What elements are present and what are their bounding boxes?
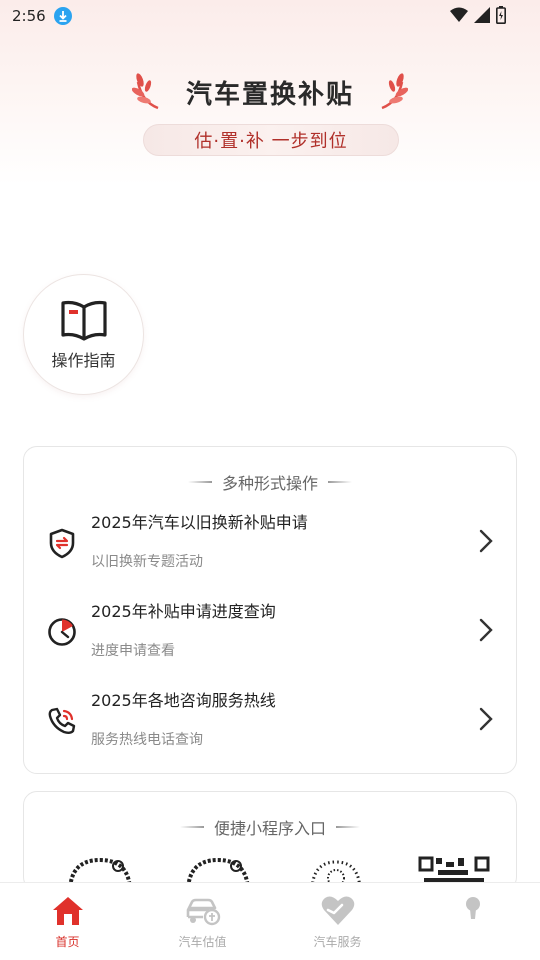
signal-icon [474, 7, 490, 23]
operation-guide-button[interactable]: 操作指南 [23, 274, 144, 395]
operations-header-label: 多种形式操作 [221, 474, 318, 493]
op-title: 2025年补贴申请进度查询 [91, 602, 276, 621]
tab-label: 汽车估值 [178, 935, 227, 949]
op-title: 2025年汽车以旧换新补贴申请 [91, 513, 308, 532]
shield-exchange-icon [49, 528, 75, 559]
op-item-progress-query[interactable]: 2025年补贴申请进度查询 进度申请查看 [24, 590, 518, 670]
mini-program-header: 便捷小程序入口 [24, 812, 516, 842]
tab-label: 首页 [55, 935, 80, 949]
mini-program-header-label: 便捷小程序入口 [213, 819, 326, 838]
chevron-right-icon [479, 618, 493, 642]
guide-label: 操作指南 [51, 350, 116, 370]
op-item-subsidy-apply[interactable]: 2025年汽车以旧换新补贴申请 以旧换新专题活动 [24, 501, 518, 581]
battery-icon [496, 6, 506, 24]
op-title: 2025年各地咨询服务热线 [91, 691, 276, 710]
tab-home[interactable]: 首页 [0, 883, 135, 960]
tab-car-service[interactable]: 汽车服务 [270, 883, 405, 960]
laurel-right-icon [381, 73, 408, 110]
op-subtitle: 服务热线电话查询 [91, 732, 203, 748]
page-title: 汽车置换补贴 [185, 79, 354, 110]
download-icon [53, 7, 72, 25]
divider [187, 481, 212, 483]
status-time: 2:56 [12, 7, 46, 25]
profile-icon [465, 897, 480, 919]
operations-header: 多种形式操作 [24, 467, 516, 497]
op-item-hotline[interactable]: 2025年各地咨询服务热线 服务热线电话查询 [24, 679, 518, 759]
heart-service-icon [321, 896, 354, 925]
op-subtitle: 进度申请查看 [91, 643, 175, 659]
slogan-pill: 估·置·补 一步到位 [143, 124, 399, 156]
chevron-right-icon [479, 707, 493, 731]
tab-label: 汽车服务 [313, 935, 362, 949]
op-subtitle: 以旧换新专题活动 [91, 554, 203, 570]
divider [336, 826, 360, 828]
tab-profile[interactable] [405, 883, 540, 960]
laurel-left-icon [131, 73, 159, 110]
progress-clock-icon [48, 618, 76, 646]
wifi-icon [450, 7, 468, 22]
mini-program-card: 便捷小程序入口 [23, 791, 517, 891]
chevron-right-icon [479, 529, 493, 553]
status-bar: 2:56 [0, 0, 540, 32]
home-icon [52, 897, 83, 925]
divider [328, 481, 352, 483]
divider [179, 826, 204, 828]
car-valuation-icon [186, 898, 220, 926]
hero-title-row: 汽车置换补贴 [0, 72, 540, 112]
phone-call-icon [48, 707, 76, 734]
bottom-tab-bar: 首页 汽车估值 汽车服务 [0, 882, 540, 960]
book-icon [60, 300, 107, 341]
tab-car-valuation[interactable]: 汽车估值 [135, 883, 270, 960]
operations-card: 多种形式操作 2025年汽车以旧换新补贴申请 以旧换新专题活动 2025年补贴申… [23, 446, 517, 774]
